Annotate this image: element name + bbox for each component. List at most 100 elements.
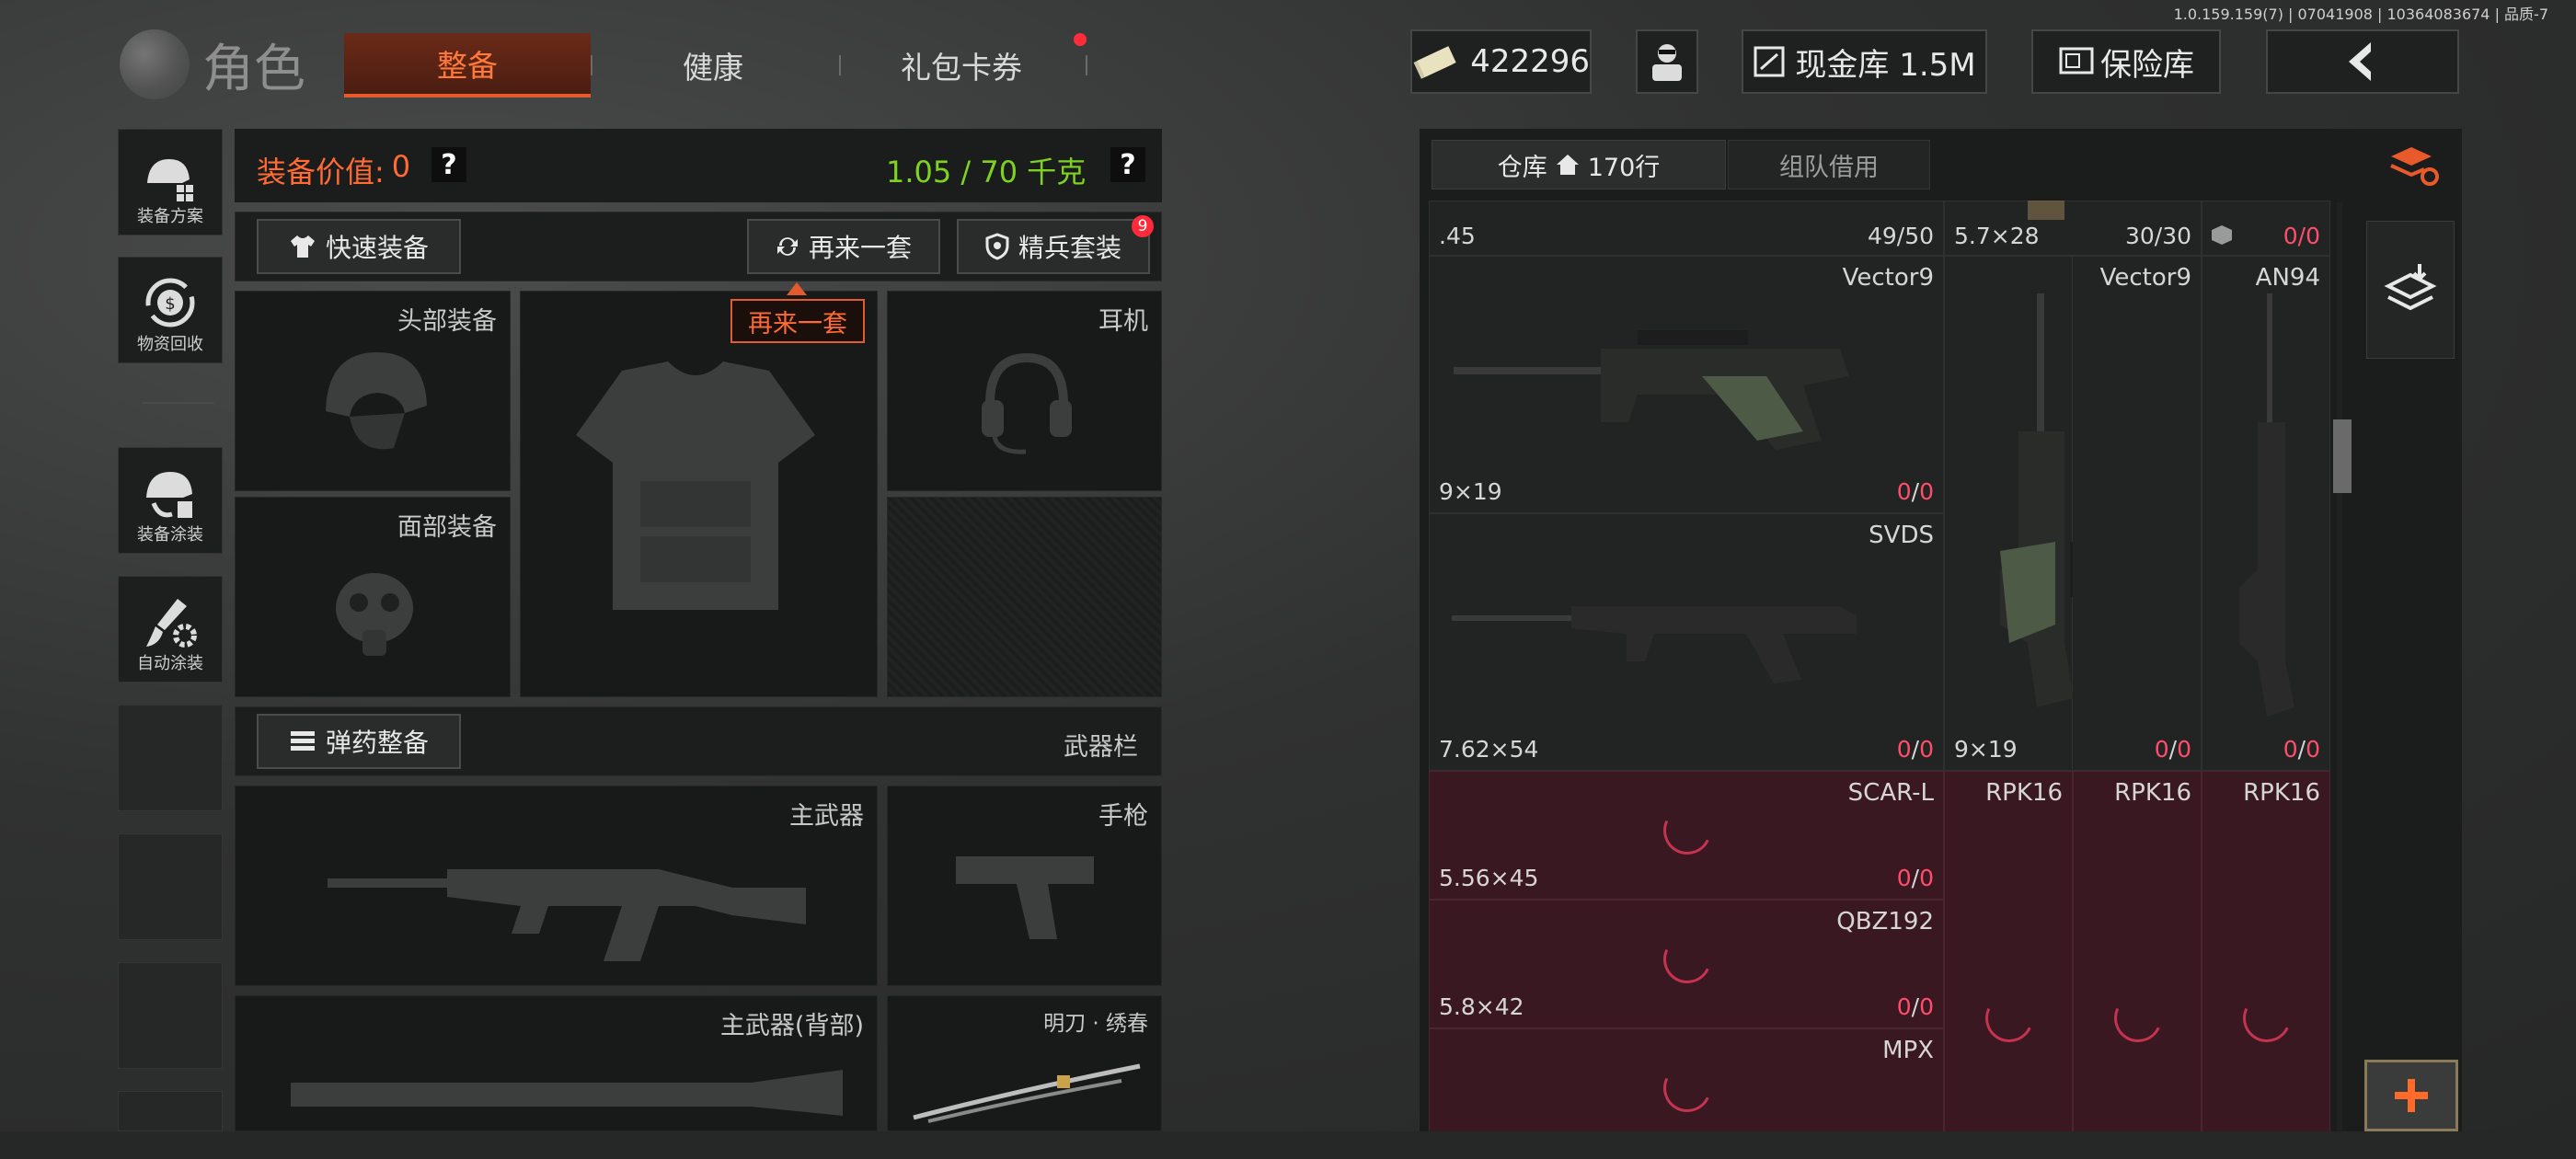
pistol-label: 手枪 (1098, 802, 1148, 831)
tab-storage[interactable]: 仓库 170行 (1432, 140, 1726, 189)
notification-dot (1074, 33, 1087, 46)
ammo-box-icon (2028, 201, 2064, 220)
primary-weapon-slot[interactable]: 主武器 (235, 786, 878, 986)
safe-box-button[interactable]: 保险库 (2031, 29, 2221, 94)
sword-icon (913, 1063, 1141, 1123)
item-name: QBZ192 (1836, 908, 1934, 935)
melee-slot[interactable]: 明刀 · 绣春 (887, 995, 1162, 1131)
item-count: 0 (1896, 865, 1912, 891)
item-caliber: 7.62×54 (1439, 736, 1539, 763)
tab-health[interactable]: 健康 (607, 33, 819, 98)
brush-gear-icon (146, 599, 197, 648)
again-button[interactable]: 再来一套 (747, 219, 940, 274)
item-name: SCAR-L (1847, 779, 1934, 807)
tab-gifts[interactable]: 礼包卡券 (856, 33, 1067, 98)
item-caliber: 5.7×28 (1954, 223, 2040, 249)
sidebar-item-paint[interactable]: 装备涂装 (118, 447, 223, 554)
inventory-item-vector9-vertical-cont[interactable]: Vector9 0/0 (2073, 256, 2202, 771)
sidebar-label: 装备方案 (137, 207, 203, 226)
item-max: 0 (2306, 223, 2320, 249)
bottom-bar (0, 1131, 2576, 1159)
item-count: 49 (1867, 223, 1897, 249)
item-max: 0 (1919, 993, 1934, 1020)
page-title-area: 角色 (120, 28, 305, 101)
vest-icon (576, 361, 815, 610)
inventory-item-ammo-57[interactable]: 5.7×28 30/30 (1944, 201, 2202, 256)
helmet-paint-icon (146, 472, 192, 518)
back-weapon-slot[interactable]: 主武器(背部) (235, 995, 878, 1131)
agent-button[interactable] (1636, 29, 1698, 94)
value-help-button[interactable]: ? (431, 147, 466, 182)
globe-icon (120, 29, 190, 99)
stack-download-icon (2384, 264, 2437, 311)
cash-vault-button[interactable]: 现金库 1.5M (1742, 29, 1987, 94)
inventory-item-vector9[interactable]: Vector9 9×19 0/0 (1429, 256, 1944, 513)
svds-gun-icon (1452, 606, 1857, 683)
safe-box-label: 保险库 (2100, 46, 2194, 84)
loading-icon (2236, 987, 2298, 1050)
inventory-item-qbz192[interactable]: QBZ192 5.8×42 0/0 (1429, 900, 1944, 1028)
svg-text:$: $ (165, 294, 175, 314)
recycle-money-icon: $ (145, 278, 195, 327)
face-slot-label: 面部装备 (397, 513, 497, 542)
stack-download-button[interactable] (2366, 221, 2455, 359)
inventory-item-ammo-45[interactable]: .45 49/50 (1429, 201, 1944, 256)
ear-slot[interactable]: 耳机 (887, 291, 1162, 491)
item-name: SVDS (1869, 522, 1934, 549)
inventory-item-rpk16[interactable]: RPK16 (2073, 771, 2202, 1131)
version-text: 1.0.159.159(7) | 07041908 | 10364083674 … (2173, 6, 2548, 23)
sidebar-label: 物资回收 (137, 335, 203, 354)
sidebar-item-recycle[interactable]: $ 物资回收 (118, 257, 223, 363)
elite-set-label: 精兵套装 (1018, 233, 1121, 263)
plus-icon (2395, 1079, 2428, 1112)
inventory-item-scar-l[interactable]: SCAR-L 5.56×45 0/0 (1429, 771, 1944, 900)
tab-divider (1086, 55, 1087, 75)
head-slot[interactable]: 头部装备 (235, 291, 511, 491)
ammo-icon (290, 731, 315, 751)
rifle-icon (328, 869, 806, 961)
currency-display: 422296 (1410, 29, 1592, 94)
quick-equip-button[interactable]: 快速装备 (257, 219, 461, 274)
sidebar-empty-slot (118, 1091, 223, 1131)
add-button[interactable] (2364, 1060, 2458, 1131)
inventory-item-vector9-vertical[interactable]: 9×19 (1944, 256, 2092, 771)
sidebar-item-auto-paint[interactable]: 自动涂装 (118, 576, 223, 683)
item-name: Vector9 (2099, 264, 2191, 292)
loading-icon (1656, 799, 1719, 862)
again-label: 再来一套 (808, 233, 912, 263)
item-caliber: 9×19 (1439, 478, 1502, 505)
inventory-item-box[interactable]: 0/0 (2202, 201, 2330, 256)
item-max: 0 (1919, 865, 1934, 891)
gas-mask-icon (336, 573, 413, 656)
currency-amount: 422296 (1470, 43, 1590, 80)
item-caliber: 5.56×45 (1439, 865, 1539, 891)
inventory-item-mpx[interactable]: MPX 0/0 (1429, 1028, 1944, 1131)
tooltip-arrow (787, 282, 807, 295)
inventory-item-an94[interactable]: AN94 0/0 (2202, 256, 2330, 771)
inventory-item-rpk16[interactable]: RPK16 (2202, 771, 2330, 1131)
pistol-slot[interactable]: 手枪 (887, 786, 1162, 986)
item-name: MPX (1882, 1037, 1934, 1064)
back-button[interactable] (2266, 29, 2459, 94)
ammo-button[interactable]: 弹药整备 (257, 714, 461, 769)
sidebar-empty-slot (118, 962, 223, 1069)
sort-button[interactable] (2381, 138, 2447, 195)
again-tooltip: 再来一套 (730, 299, 865, 343)
weight-help-button[interactable]: ? (1110, 147, 1145, 182)
item-caliber: 9×19 (1954, 736, 2018, 763)
tab-equip[interactable]: 整备 (344, 33, 591, 98)
item-count: 0 (2154, 736, 2169, 763)
face-slot[interactable]: 面部装备 (235, 497, 511, 697)
item-max: 0 (2306, 736, 2320, 763)
elite-set-button[interactable]: 精兵套装 (957, 219, 1150, 274)
tab-team-label: 组队借用 (1779, 153, 1879, 182)
inventory-item-rpk16[interactable]: RPK16 (1944, 771, 2073, 1131)
inventory-scrollbar-thumb[interactable] (2333, 419, 2352, 493)
item-max: 0 (1919, 736, 1934, 763)
pistol-icon (956, 856, 1094, 939)
sidebar-item-loadout-plan[interactable]: 装备方案 (118, 129, 223, 235)
inventory-item-svds[interactable]: SVDS 7.62×54 0/0 (1429, 513, 1944, 771)
tab-team-borrow[interactable]: 组队借用 (1728, 140, 1930, 189)
body-armor-slot[interactable] (520, 291, 878, 697)
weapon-bar-label: 武器栏 (1064, 733, 1138, 762)
